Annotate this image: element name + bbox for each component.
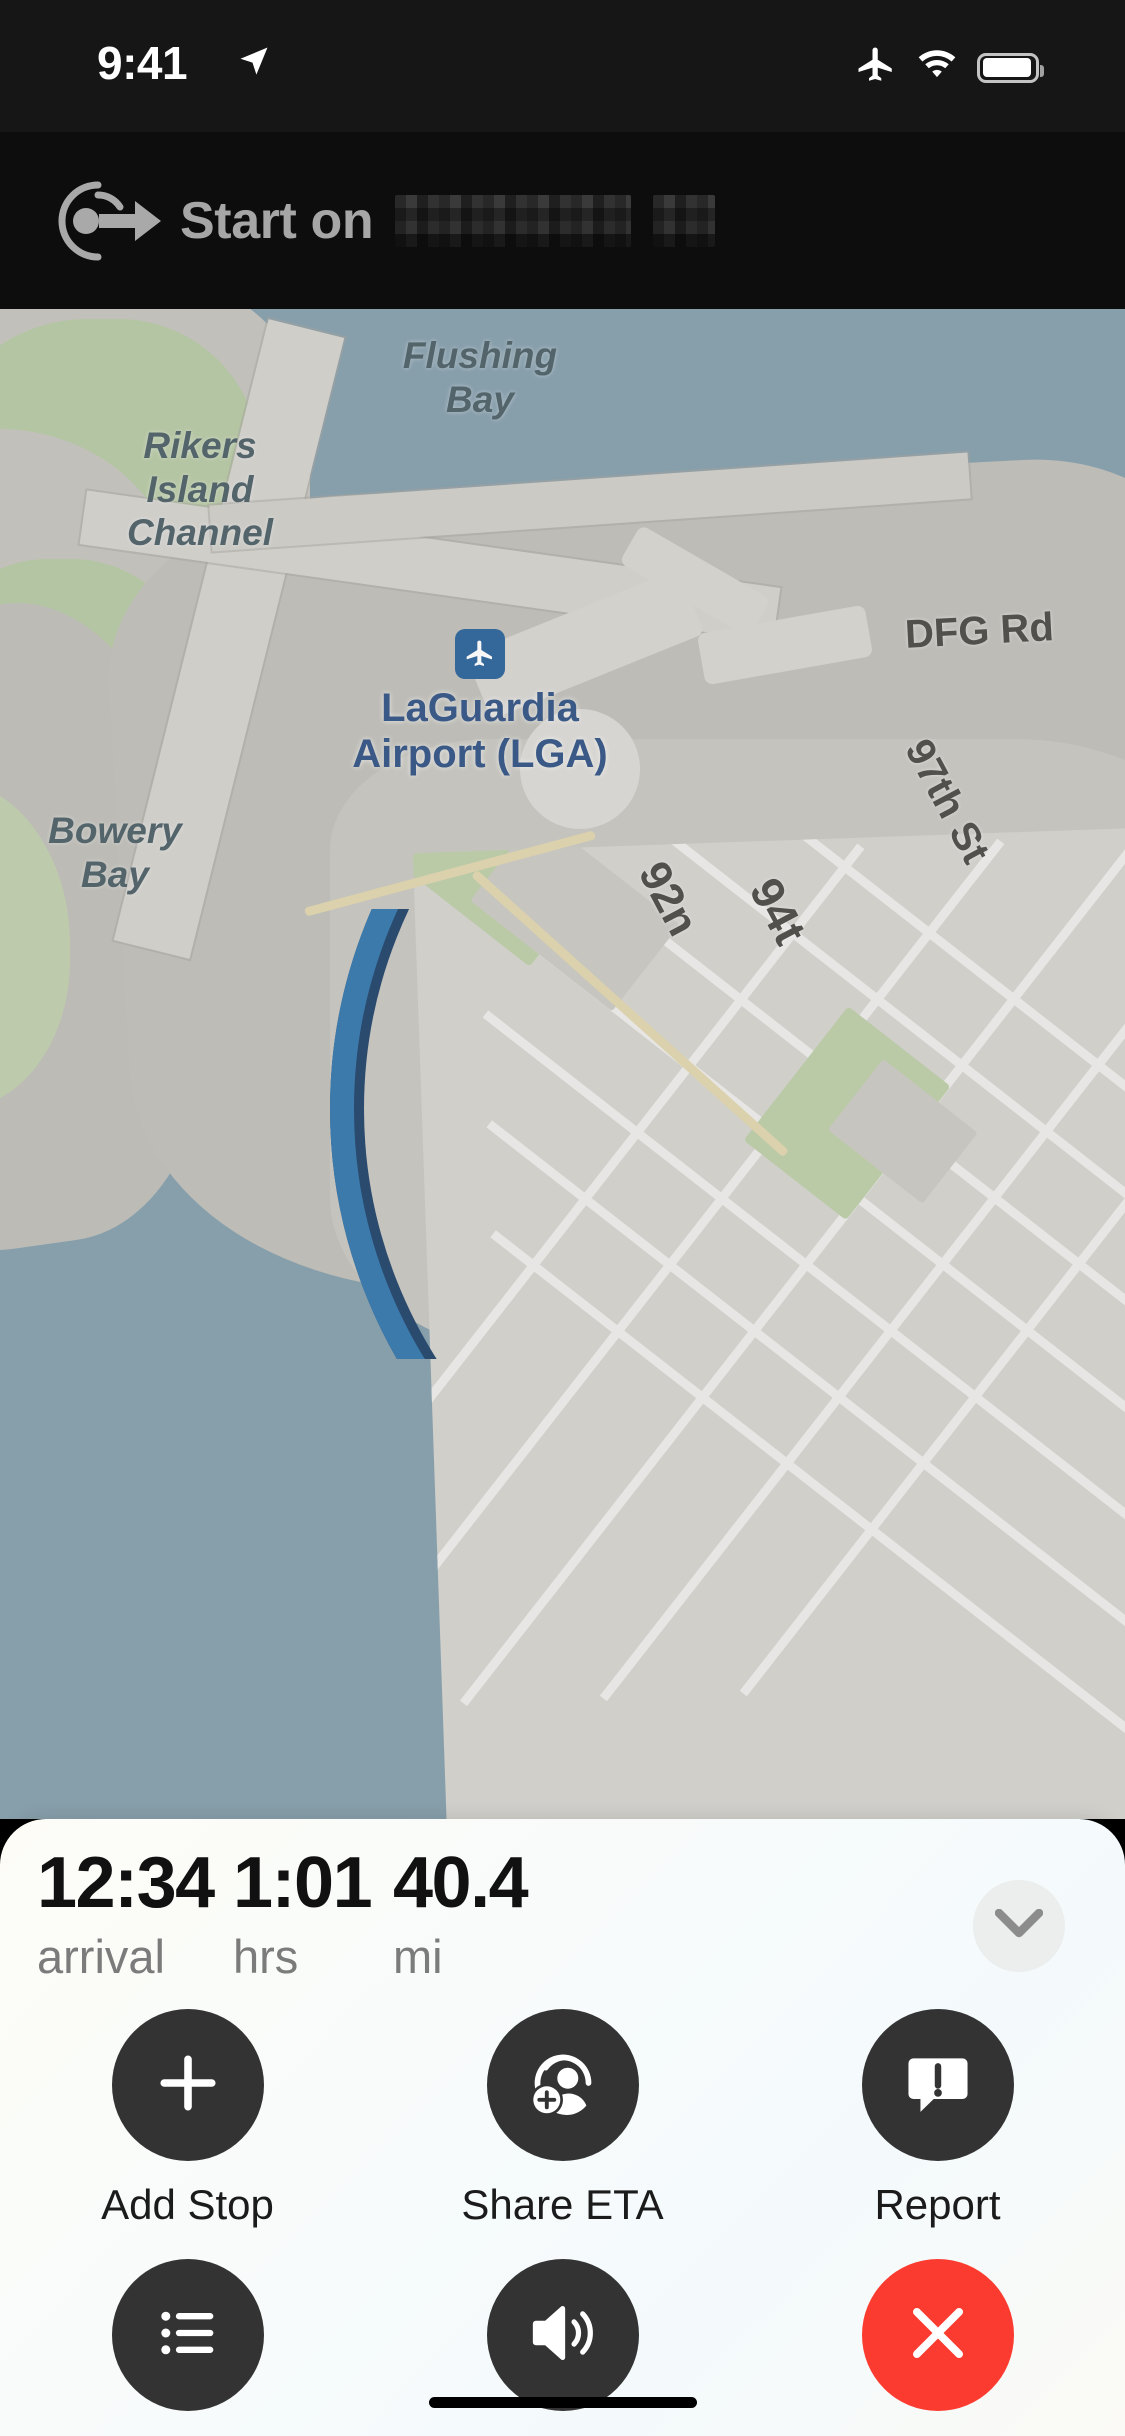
- map-label-flushing-bay: Flushing Bay: [402, 335, 558, 420]
- action-share-eta[interactable]: Share ETA: [375, 2009, 750, 2229]
- map-poi-laguardia-airport[interactable]: LaGuardia Airport (LGA): [270, 629, 690, 777]
- action-report[interactable]: Report: [750, 2009, 1125, 2229]
- map-canvas: Flushing Bay Rikers Island Channel Bower…: [0, 309, 1125, 1819]
- chevron-down-icon: [994, 1908, 1044, 1944]
- navigation-instruction-text: Start on: [180, 191, 1125, 251]
- audio-label: Audio: [509, 2431, 616, 2436]
- collapse-card-button[interactable]: [973, 1880, 1065, 1972]
- eta-duration: 1:01 hrs: [233, 1843, 373, 1983]
- eta-arrival-label: arrival: [37, 1930, 165, 1983]
- map-street-label-dfg-rd: DFG Rd: [903, 605, 1055, 657]
- wifi-icon: [915, 48, 959, 87]
- instruction-label: Start on: [180, 191, 374, 250]
- map-poi-line-1: LaGuardia: [381, 686, 579, 730]
- eta-arrival: 12:34 arrival: [37, 1843, 215, 1983]
- map-view[interactable]: Flushing Bay Rikers Island Channel Bower…: [0, 309, 1125, 1819]
- redacted-street-name-block-1: [395, 194, 632, 247]
- airplane-icon: [455, 629, 505, 679]
- status-bar: 9:41: [0, 0, 1125, 132]
- add-stop-label: Add Stop: [101, 2181, 274, 2228]
- plus-icon: [150, 2045, 226, 2126]
- action-details[interactable]: Details: [0, 2259, 375, 2436]
- map-label-bowery-bay: Bowery Bay: [48, 810, 182, 895]
- speaker-wave-icon: [523, 2293, 603, 2378]
- details-label: Details: [123, 2431, 251, 2436]
- action-audio[interactable]: Audio: [375, 2259, 750, 2436]
- eta-arrival-value: 12:34: [37, 1843, 215, 1923]
- share-eta-label: Share ETA: [461, 2181, 664, 2228]
- action-end[interactable]: End: [750, 2259, 1125, 2436]
- add-stop-button[interactable]: [111, 2009, 264, 2161]
- audio-button[interactable]: [486, 2259, 639, 2411]
- list-bullet-icon: [152, 2297, 224, 2374]
- report-label: Report: [874, 2181, 1001, 2228]
- person-add-icon: [521, 2041, 605, 2130]
- action-button-grid: Add Stop Share ETA Report: [0, 2009, 1125, 2436]
- eta-duration-value: 1:01: [233, 1843, 373, 1923]
- battery-icon: [977, 52, 1044, 83]
- speech-bubble-exclamation-icon: [898, 2043, 978, 2128]
- home-indicator[interactable]: [428, 2397, 697, 2408]
- start-navigation-icon: [40, 173, 164, 269]
- airplane-mode-icon: [855, 44, 897, 91]
- map-label-rikers-island-channel: Rikers Island Channel: [127, 425, 273, 554]
- location-arrow-icon: [236, 43, 272, 84]
- eta-duration-label: hrs: [233, 1930, 299, 1983]
- close-x-icon: [899, 2294, 977, 2377]
- map-poi-line-2: Airport (LGA): [352, 732, 608, 776]
- details-button[interactable]: [111, 2259, 264, 2411]
- report-button[interactable]: [861, 2009, 1014, 2161]
- navigation-instruction-banner[interactable]: Start on: [0, 132, 1125, 309]
- trip-info-card: 12:34 arrival 1:01 hrs 40.4 mi Add Stop …: [0, 1819, 1125, 2436]
- eta-summary-row[interactable]: 12:34 arrival 1:01 hrs 40.4 mi: [0, 1847, 1125, 1997]
- end-navigation-button[interactable]: [861, 2259, 1014, 2411]
- share-eta-button[interactable]: [486, 2009, 639, 2161]
- eta-distance-value: 40.4: [393, 1843, 529, 1923]
- end-label: End: [900, 2431, 975, 2436]
- iphone-navigation-screen: 9:41 Start on Flushing Bay Rikers Island…: [0, 0, 1125, 2436]
- eta-distance: 40.4 mi: [393, 1843, 529, 1983]
- redacted-street-name-block-2: [653, 194, 716, 247]
- status-bar-time: 9:41: [97, 37, 188, 89]
- action-add-stop[interactable]: Add Stop: [0, 2009, 375, 2229]
- eta-distance-label: mi: [393, 1930, 443, 1983]
- status-bar-indicators: [855, 44, 1044, 91]
